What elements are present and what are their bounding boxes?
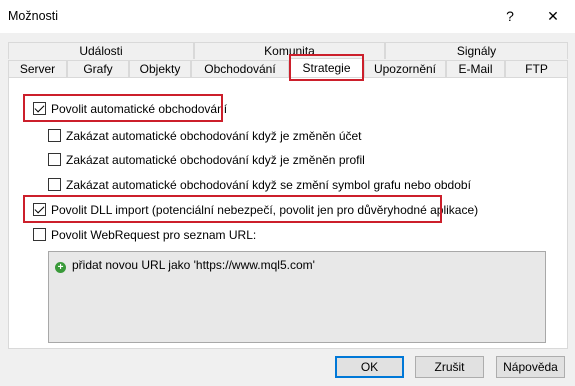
- allow-webrequest-label: Povolit WebRequest pro seznam URL:: [51, 228, 257, 242]
- disable-on-account-change-checkbox[interactable]: [48, 129, 61, 142]
- tab-grafy[interactable]: Grafy: [67, 60, 129, 77]
- cancel-button[interactable]: Zrušit: [415, 356, 484, 378]
- disable-on-symbol-change-checkbox[interactable]: [48, 178, 61, 191]
- disable-on-symbol-change-label: Zakázat automatické obchodování když se …: [66, 178, 471, 192]
- tab-ftp[interactable]: FTP: [505, 60, 568, 77]
- tab-email[interactable]: E-Mail: [446, 60, 505, 77]
- disable-on-account-change-label: Zakázat automatické obchodování když je …: [66, 129, 362, 143]
- tab-upozorneni[interactable]: Upozornění: [364, 60, 446, 77]
- window-title: Možnosti: [8, 9, 59, 23]
- url-list[interactable]: + přidat novou URL jako 'https://www.mql5…: [48, 251, 546, 343]
- tab-server[interactable]: Server: [8, 60, 67, 77]
- disable-on-profile-change-label: Zakázat automatické obchodování když je …: [66, 153, 365, 167]
- add-url-item[interactable]: + přidat novou URL jako 'https://www.mql5…: [55, 257, 315, 273]
- tab-row-top: Události Komunita Signály: [8, 42, 568, 59]
- add-url-label: přidat novou URL jako 'https://www.mql5.…: [72, 258, 315, 272]
- tab-udalosti[interactable]: Události: [8, 42, 194, 59]
- allow-webrequest-option[interactable]: Povolit WebRequest pro seznam URL:: [33, 227, 256, 243]
- tab-row-bottom: Server Grafy Objekty Obchodování Strateg…: [8, 58, 568, 77]
- help-button[interactable]: Nápověda: [496, 356, 565, 378]
- dll-import-highlight: [23, 195, 442, 223]
- close-icon[interactable]: ✕: [540, 4, 566, 28]
- allow-webrequest-checkbox[interactable]: [33, 228, 46, 241]
- add-icon: +: [55, 262, 66, 273]
- title-bar: Možnosti ? ✕: [0, 0, 575, 33]
- tab-obchodovani[interactable]: Obchodování: [191, 60, 289, 77]
- tab-signaly[interactable]: Signály: [385, 42, 568, 59]
- disable-on-profile-change-checkbox[interactable]: [48, 153, 61, 166]
- ok-button[interactable]: OK: [335, 356, 404, 378]
- strategie-tab-highlight: [289, 54, 364, 81]
- disable-on-symbol-change-option[interactable]: Zakázat automatické obchodování když se …: [48, 177, 471, 193]
- disable-on-profile-change-option[interactable]: Zakázat automatické obchodování když je …: [48, 152, 365, 168]
- disable-on-account-change-option[interactable]: Zakázat automatické obchodování když je …: [48, 128, 362, 144]
- tab-objekty[interactable]: Objekty: [129, 60, 191, 77]
- help-icon[interactable]: ?: [497, 4, 523, 28]
- auto-trading-highlight: [23, 94, 223, 122]
